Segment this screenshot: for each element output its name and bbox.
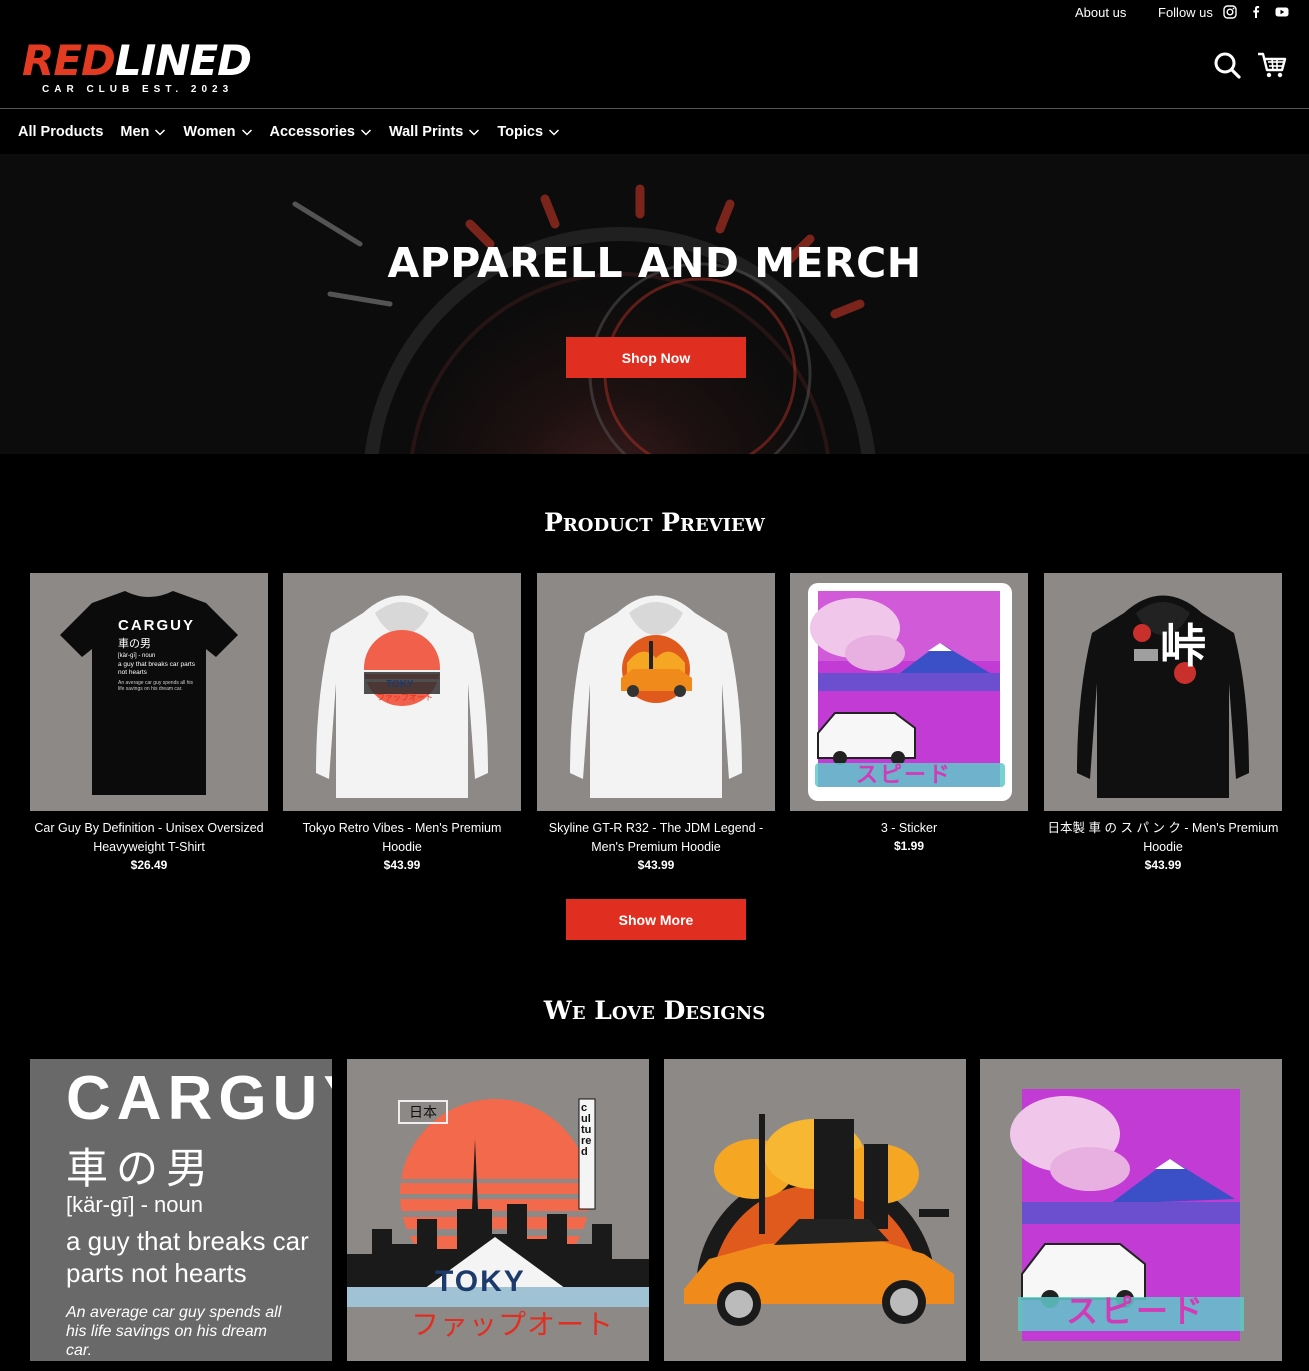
product-name[interactable]: Car Guy By Definition - Unisex Oversized… xyxy=(30,819,268,857)
hoodie-print-text: TOKY xyxy=(386,679,414,690)
header-divider xyxy=(0,108,1309,109)
site-logo[interactable]: REDLINED CAR CLUB EST. 2023 xyxy=(22,40,266,98)
youtube-icon[interactable] xyxy=(1275,5,1289,19)
about-us-link[interactable]: About us xyxy=(1075,5,1126,20)
product-price: $43.99 xyxy=(383,858,421,872)
nav-men[interactable]: Men xyxy=(120,124,166,140)
chevron-down-icon xyxy=(155,129,166,136)
tokyo-tag-text: 日本 xyxy=(409,1104,437,1120)
design-card-carguy[interactable]: CARGUY 車の男 [kär-gī] - noun a guy that br… xyxy=(30,1059,332,1361)
logo-tagline: CAR CLUB EST. 2023 xyxy=(42,84,234,95)
tshirt-image xyxy=(60,591,238,795)
cart-icon[interactable] xyxy=(1256,49,1288,81)
search-icon[interactable] xyxy=(1212,50,1244,82)
design-card-tokyo[interactable]: 日本 cultured TOKY ファップオート xyxy=(347,1059,649,1361)
nav-topics[interactable]: Topics xyxy=(497,124,560,140)
product-image[interactable]: スピード xyxy=(790,573,1028,811)
product-card[interactable]: 峠 日本製 車 の ス パ ン ク - Men's Premium Hoodie… xyxy=(1044,573,1282,872)
black-hoodie-image xyxy=(1077,595,1249,798)
tshirt-print: CARGUY 車の男 [kär-gī] - noun a guy that br… xyxy=(118,617,196,692)
nav-accessories[interactable]: Accessories xyxy=(270,124,372,140)
design-carguy-note: An average car guy spends all his life s… xyxy=(66,1304,282,1359)
product-card[interactable]: Skyline GT-R R32 - The JDM Legend - Men'… xyxy=(537,573,775,872)
main-nav: All Products Men Women Accessories Wall … xyxy=(18,112,577,152)
hoodie-print-kana: ファップオート xyxy=(377,693,433,702)
product-preview-title: Product Preview xyxy=(544,508,765,537)
hoodie-print-kanji: 峠 xyxy=(1160,620,1206,672)
design-carguy-def: a guy that breaks car parts not hearts xyxy=(66,1226,309,1288)
chevron-down-icon xyxy=(469,129,480,136)
design-carguy-pron: [kär-gī] - noun xyxy=(66,1192,203,1217)
product-price: $1.99 xyxy=(893,839,925,853)
product-image[interactable] xyxy=(537,573,775,811)
product-name[interactable]: Skyline GT-R R32 - The JDM Legend - Men'… xyxy=(537,819,775,857)
product-card[interactable]: スピード 3 - Sticker $1.99 xyxy=(790,573,1028,853)
tokyo-kana: ファップオート xyxy=(411,1309,615,1340)
design-card-speed[interactable]: スピード xyxy=(980,1059,1282,1361)
product-name[interactable]: 3 - Sticker xyxy=(790,819,1028,838)
shop-now-button[interactable]: Shop Now xyxy=(566,337,746,378)
chevron-down-icon xyxy=(241,129,252,136)
tokyo-side-text: cultured xyxy=(581,1102,592,1158)
nav-wall-prints[interactable]: Wall Prints xyxy=(389,124,480,140)
product-name[interactable]: Tokyo Retro Vibes - Men's Premium Hoodie xyxy=(283,819,521,857)
product-name[interactable]: 日本製 車 の ス パ ン ク - Men's Premium Hoodie xyxy=(1044,819,1282,857)
design-card-skyline[interactable] xyxy=(664,1059,966,1361)
designs-title: We Love Designs xyxy=(543,996,766,1025)
show-more-button[interactable]: Show More xyxy=(566,899,746,940)
follow-us-label: Follow us xyxy=(1158,5,1213,20)
product-image[interactable]: TOKY ファップオート xyxy=(283,573,521,811)
sticker-kana: スピード xyxy=(856,762,953,787)
skyline-artwork xyxy=(684,1114,954,1326)
hero-title: APPARELL AND MERCH xyxy=(387,239,922,287)
speedometer-background xyxy=(292,184,876,454)
speed-kana: スピード xyxy=(1066,1293,1207,1329)
logo-wordmark: REDLINED xyxy=(22,36,252,85)
product-image[interactable]: 峠 xyxy=(1044,573,1282,811)
design-carguy-title: CARGUY xyxy=(66,1064,332,1133)
nav-women[interactable]: Women xyxy=(183,124,252,140)
chevron-down-icon xyxy=(548,129,560,136)
design-carguy-kanji: 車の男 xyxy=(66,1145,217,1192)
white-hoodie-image xyxy=(570,595,742,798)
product-price: $43.99 xyxy=(1144,858,1182,872)
instagram-icon[interactable] xyxy=(1223,5,1237,19)
utility-bar: About us Follow us xyxy=(0,0,1309,26)
chevron-down-icon xyxy=(360,129,371,136)
product-price: $43.99 xyxy=(637,858,675,872)
product-price: $26.49 xyxy=(130,858,168,872)
hero-banner: APPARELL AND MERCH Shop Now xyxy=(0,154,1309,454)
tokyo-word: TOKY xyxy=(435,1265,526,1298)
facebook-icon[interactable] xyxy=(1249,5,1263,19)
product-card[interactable]: TOKY ファップオート Tokyo Retro Vibes - Men's P… xyxy=(283,573,521,872)
nav-all-products[interactable]: All Products xyxy=(18,124,103,140)
product-card[interactable]: CARGUY 車の男 [kär-gī] - noun a guy that br… xyxy=(30,573,268,872)
product-image[interactable]: CARGUY 車の男 [kär-gī] - noun a guy that br… xyxy=(30,573,268,811)
